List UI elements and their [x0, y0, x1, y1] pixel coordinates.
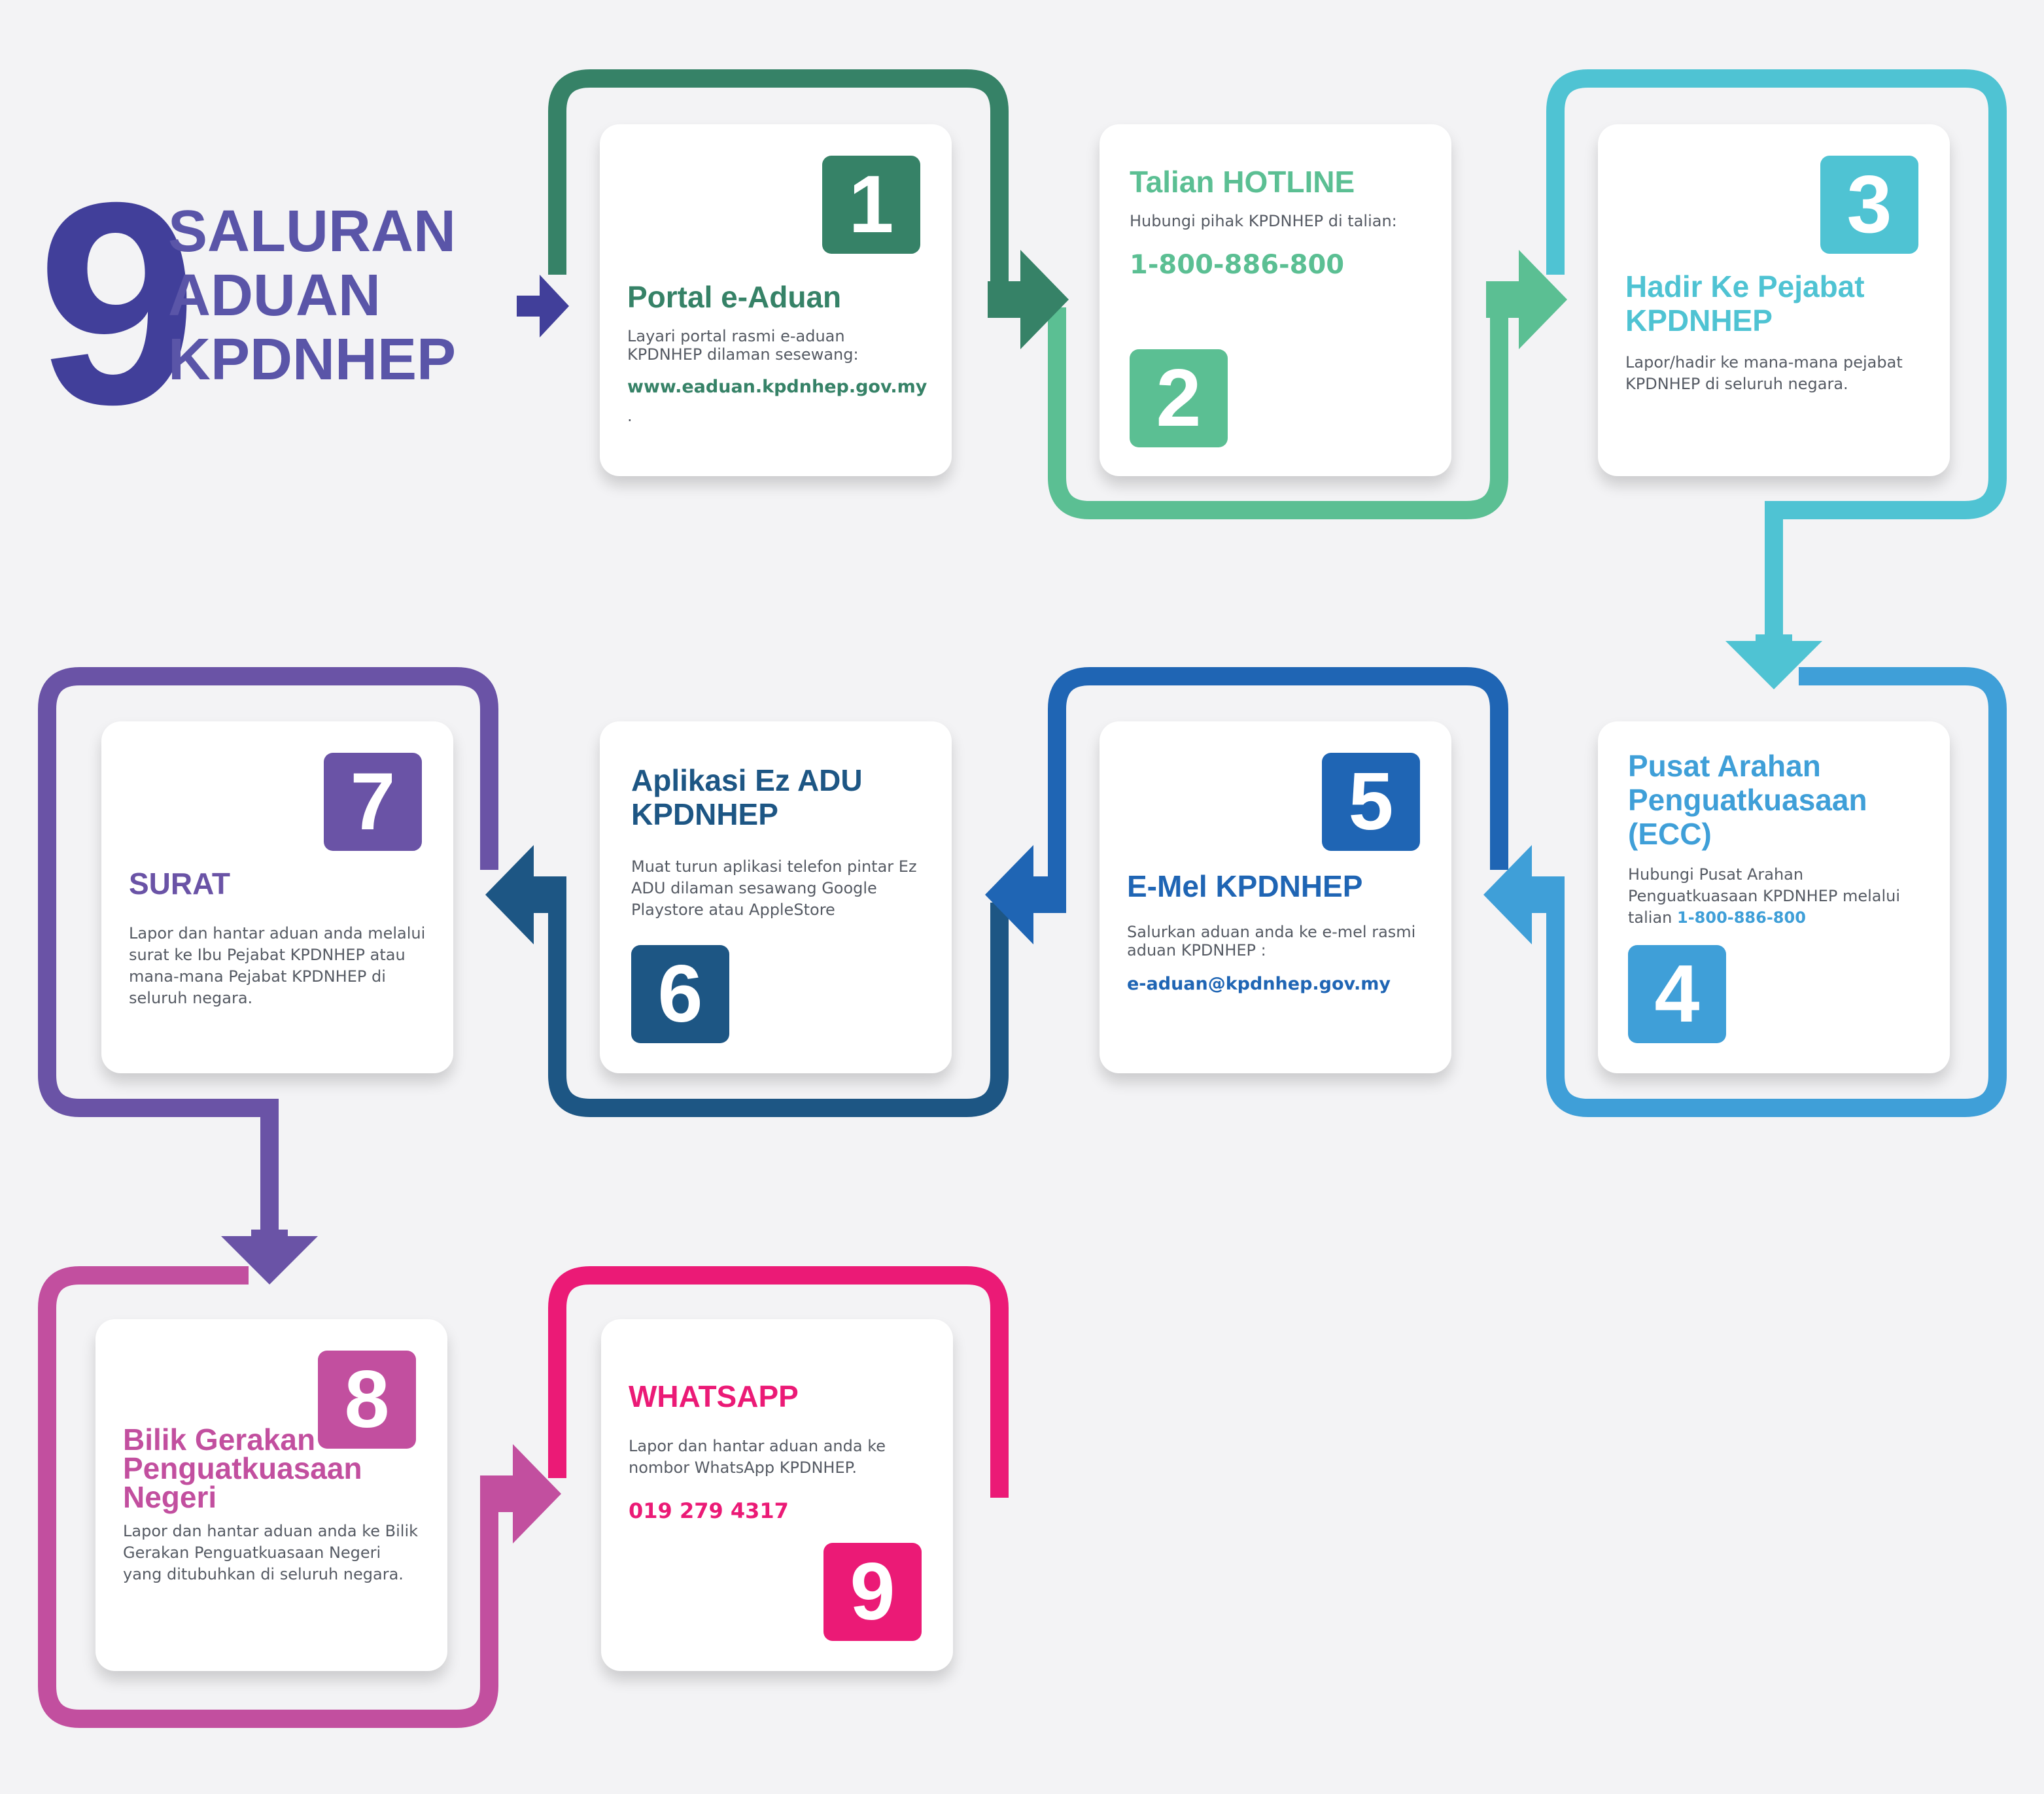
channel-title: Bilik Gerakan Penguatkuasaan Negeri: [123, 1423, 362, 1514]
step-number-badge: 7: [324, 753, 422, 851]
channel-card-9: WHATSAPP Lapor dan hantar aduan anda ke …: [601, 1319, 953, 1671]
channel-card-4: Pusat Arahan Penguatkuasaan (ECC) Hubung…: [1598, 721, 1950, 1073]
step-number-badge: 5: [1322, 753, 1420, 851]
channel-card-2: Talian HOTLINE Hubungi pihak KPDNHEP di …: [1100, 124, 1451, 476]
step-number-badge: 4: [1628, 945, 1726, 1043]
step-number-badge: 6: [631, 945, 729, 1043]
channel-description: Lapor dan hantar aduan anda ke nombor Wh…: [629, 1437, 886, 1477]
headline-line-2: ADUAN: [168, 263, 381, 328]
channel-trailing-dot: .: [627, 407, 632, 425]
channel-title: Aplikasi Ez ADU KPDNHEP: [631, 763, 863, 831]
step-number-badge: 2: [1130, 349, 1228, 447]
headline-line-1: SALURAN: [168, 199, 456, 264]
whatsapp-number: 019 279 4317: [629, 1498, 789, 1523]
headline: 9 SALURAN ADUAN KPDNHEP: [34, 160, 492, 448]
channel-card-8: 8 Bilik Gerakan Penguatkuasaan Negeri La…: [95, 1319, 447, 1671]
channel-title: Portal e-Aduan: [627, 280, 842, 314]
channel-card-7: 7 SURAT Lapor dan hantar aduan anda mela…: [101, 721, 453, 1073]
channel-description: Salurkan aduan anda ke e-mel rasmi aduan…: [1127, 923, 1416, 959]
step-number-badge: 3: [1820, 156, 1918, 254]
step-number-badge: 9: [823, 1543, 922, 1641]
channel-url: www.eaduan.kpdnhep.gov.my: [627, 377, 927, 397]
channel-description: Muat turun aplikasi telefon pintar Ez AD…: [631, 857, 917, 919]
channel-description-block: Hubungi Pusat Arahan Penguatkuasaan KPDN…: [1628, 864, 1922, 929]
channel-card-6: Aplikasi Ez ADU KPDNHEP Muat turun aplik…: [600, 721, 952, 1073]
channel-title: Talian HOTLINE: [1130, 165, 1355, 199]
channel-card-1: 1 Portal e-Aduan Layari portal rasmi e-a…: [600, 124, 952, 476]
channel-description: Lapor dan hantar aduan anda melalui sura…: [129, 924, 426, 1007]
channel-description: Layari portal rasmi e-aduan KPDNHEP dila…: [627, 327, 859, 364]
infographic: 9 SALURAN ADUAN KPDNHEP 1 Portal e-Aduan…: [0, 0, 2044, 1794]
hotline-number: 1-800-886-800: [1130, 250, 1345, 280]
step-number-badge: 1: [822, 156, 920, 254]
channel-card-3: 3 Hadir Ke Pejabat KPDNHEP Lapor/hadir k…: [1598, 124, 1950, 476]
channel-description: Lapor dan hantar aduan anda ke Bilik Ger…: [123, 1522, 419, 1583]
channel-title: SURAT: [129, 867, 231, 901]
channel-title: E-Mel KPDNHEP: [1127, 869, 1363, 903]
ecc-hotline-number: 1-800-886-800: [1677, 908, 1806, 927]
channel-description: Hubungi pihak KPDNHEP di talian:: [1130, 212, 1397, 230]
channel-card-5: 5 E-Mel KPDNHEP Salurkan aduan anda ke e…: [1100, 721, 1451, 1073]
arrow-title: [517, 275, 569, 337]
channel-title: Pusat Arahan Penguatkuasaan (ECC): [1628, 749, 1867, 851]
headline-line-3: KPDNHEP: [168, 327, 457, 392]
channel-title: WHATSAPP: [629, 1379, 799, 1413]
channel-email: e-aduan@kpdnhep.gov.my: [1127, 974, 1391, 994]
channel-title: Hadir Ke Pejabat KPDNHEP: [1625, 269, 1865, 337]
channel-description: Lapor/hadir ke mana-mana pejabat KPDNHEP…: [1625, 353, 1903, 393]
